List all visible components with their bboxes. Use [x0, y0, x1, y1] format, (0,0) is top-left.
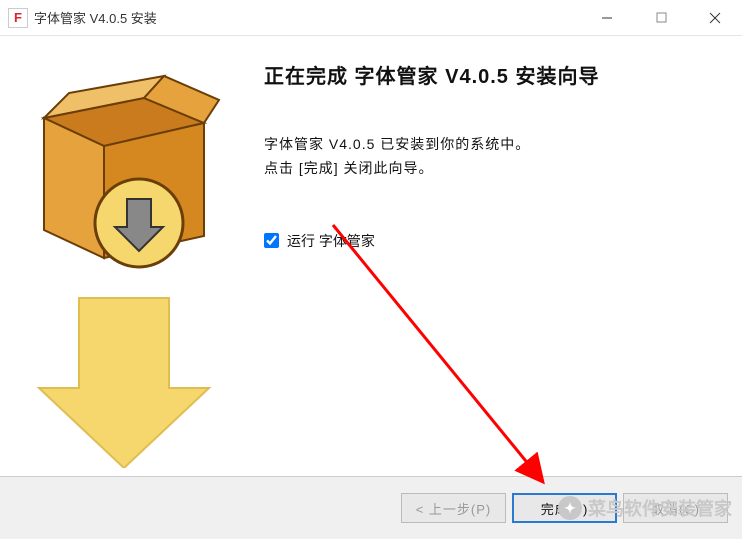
window-title: 字体管家 V4.0.5 安装 — [34, 8, 580, 27]
main-content: 正在完成 字体管家 V4.0.5 安装向导 字体管家 V4.0.5 已安装到你的… — [0, 36, 742, 476]
body-line-2: 点击 [完成] 关闭此向导。 — [264, 160, 434, 176]
body-text: 字体管家 V4.0.5 已安装到你的系统中。 点击 [完成] 关闭此向导。 — [264, 133, 712, 181]
maximize-button[interactable] — [634, 0, 688, 35]
body-line-1: 字体管家 V4.0.5 已安装到你的系统中。 — [264, 136, 530, 152]
window-controls — [580, 0, 742, 35]
footer: < 上一步(P) 完成(F) 取消(C) — [0, 476, 742, 539]
back-button: < 上一步(P) — [401, 493, 506, 523]
run-checkbox-input[interactable] — [264, 233, 279, 248]
sidebar-image — [0, 36, 238, 476]
content-panel: 正在完成 字体管家 V4.0.5 安装向导 字体管家 V4.0.5 已安装到你的… — [238, 36, 742, 476]
run-checkbox-label: 运行 字体管家 — [287, 231, 375, 251]
finish-button[interactable]: 完成(F) — [512, 493, 617, 523]
app-icon: F — [8, 8, 28, 28]
cancel-button: 取消(C) — [623, 493, 728, 523]
page-heading: 正在完成 字体管家 V4.0.5 安装向导 — [264, 60, 712, 89]
run-after-install-checkbox[interactable]: 运行 字体管家 — [264, 231, 712, 251]
titlebar: F 字体管家 V4.0.5 安装 — [0, 0, 742, 36]
close-button[interactable] — [688, 0, 742, 35]
minimize-button[interactable] — [580, 0, 634, 35]
